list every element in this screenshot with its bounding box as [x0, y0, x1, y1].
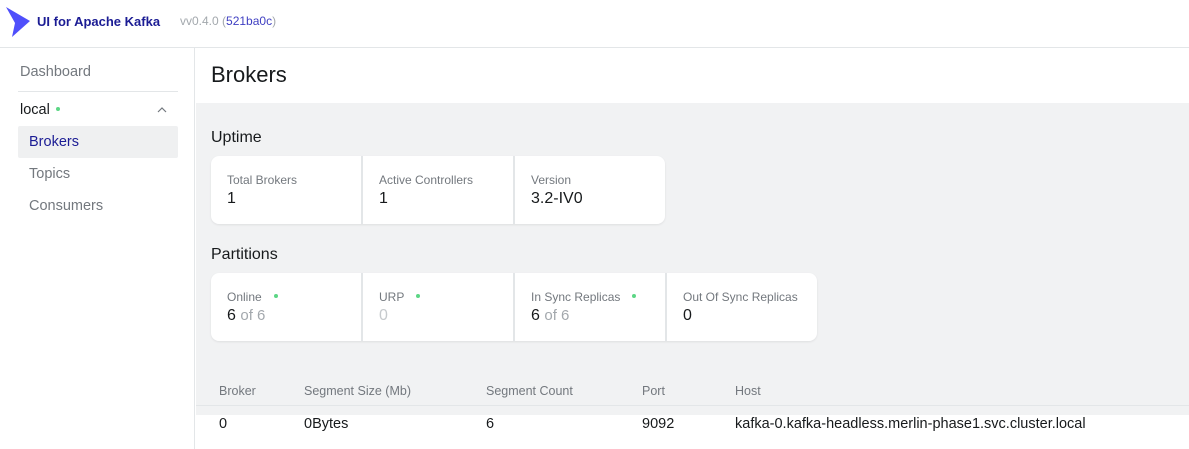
metric-value-row: 6 of 6 — [227, 307, 345, 325]
cell-segment-size: 0Bytes — [304, 416, 349, 432]
page-title: Brokers — [211, 62, 287, 87]
main-content: Brokers Uptime Total Brokers 1 Active Co… — [196, 48, 1189, 449]
kafka-ui-logo-icon[interactable] — [6, 7, 30, 37]
uptime-cards: Total Brokers 1 Active Controllers 1 Ver… — [211, 156, 665, 224]
sidebar-item-brokers[interactable]: Brokers — [18, 126, 178, 158]
cluster-name: local — [20, 102, 50, 118]
uptime-section-title: Uptime — [211, 129, 262, 146]
column-header-host[interactable]: Host — [735, 384, 761, 398]
status-ok-dot — [273, 293, 278, 298]
metric-label: Version — [531, 173, 572, 187]
metric-value: 3.2-IV0 — [531, 190, 583, 207]
column-header-segment-size[interactable]: Segment Size (Mb) — [304, 384, 411, 398]
metric-label-row: URP — [379, 290, 497, 304]
cell-broker-id[interactable]: 0 — [219, 416, 227, 432]
metric-value-row: 6 of 6 — [531, 307, 649, 325]
commit-link[interactable]: 521ba0c — [226, 14, 272, 28]
metrics-panel: Uptime Total Brokers 1 Active Controller… — [196, 103, 1189, 415]
app-version: vv0.4.0 (521ba0c) — [180, 14, 276, 28]
cell-port: 9092 — [642, 416, 675, 432]
column-header-segment-count[interactable]: Segment Count — [486, 384, 573, 398]
metric-card-urp: URP 0 — [363, 273, 513, 341]
metric-value: 1 — [379, 190, 388, 207]
metric-label-row: Online — [227, 290, 345, 304]
metric-card-online: Online 6 of 6 — [211, 273, 361, 341]
metric-label: In Sync Replicas — [531, 290, 621, 304]
partitions-section-title: Partitions — [211, 246, 278, 263]
status-ok-dot — [632, 293, 637, 298]
sidebar-divider — [18, 91, 178, 92]
metric-label-row: In Sync Replicas — [531, 290, 649, 304]
table-header: Broker Segment Size (Mb) Segment Count P… — [196, 374, 1189, 406]
metric-total: of 6 — [240, 307, 266, 324]
sidebar-cluster-toggle[interactable]: local — [20, 102, 60, 118]
metric-value: 6 — [531, 307, 540, 324]
table-row[interactable]: 0 0Bytes 6 9092 kafka-0.kafka-headless.m… — [196, 406, 1189, 444]
metric-card-total-brokers: Total Brokers 1 — [211, 156, 361, 224]
sidebar-item-dashboard[interactable]: Dashboard — [20, 64, 91, 80]
app-title[interactable]: UI for Apache Kafka — [37, 14, 160, 29]
top-navbar: UI for Apache Kafka vv0.4.0 (521ba0c) — [0, 0, 1189, 48]
status-ok-dot — [416, 293, 421, 298]
chevron-up-icon[interactable] — [157, 105, 167, 115]
metric-label: URP — [379, 290, 405, 304]
sidebar-item-consumers[interactable]: Consumers — [18, 190, 178, 222]
metric-label: Active Controllers — [379, 173, 474, 187]
metric-card-version: Version 3.2-IV0 — [515, 156, 665, 224]
metric-card-out-of-sync-replicas: Out Of Sync Replicas 0 — [667, 273, 817, 341]
column-header-broker[interactable]: Broker — [219, 384, 256, 398]
brokers-table: Broker Segment Size (Mb) Segment Count P… — [196, 374, 1189, 444]
metric-total: of 6 — [544, 307, 570, 324]
metric-value: 0 — [379, 307, 388, 324]
metric-label: Total Brokers — [227, 173, 298, 187]
metric-value: 0 — [683, 307, 692, 324]
sidebar-item-topics[interactable]: Topics — [18, 158, 178, 190]
metric-value: 6 — [227, 307, 236, 324]
cell-segment-count: 6 — [486, 416, 495, 432]
version-prefix: vv0.4.0 ( — [180, 14, 227, 28]
metric-label: Online — [227, 290, 262, 304]
metric-card-in-sync-replicas: In Sync Replicas 6 of 6 — [515, 273, 665, 341]
metric-value: 1 — [227, 190, 236, 207]
cluster-status-dot — [55, 106, 60, 111]
version-suffix: ) — [272, 14, 277, 28]
cell-host: kafka-0.kafka-headless.merlin-phase1.svc… — [735, 416, 1086, 432]
column-header-port[interactable]: Port — [642, 384, 665, 398]
sidebar: Dashboard local Brokers Topics Consumers — [0, 48, 195, 449]
metric-card-active-controllers: Active Controllers 1 — [363, 156, 513, 224]
metric-label: Out Of Sync Replicas — [683, 290, 798, 304]
partitions-cards: Online 6 of 6 URP 0 In Sync Replicas 6 o… — [211, 273, 817, 341]
